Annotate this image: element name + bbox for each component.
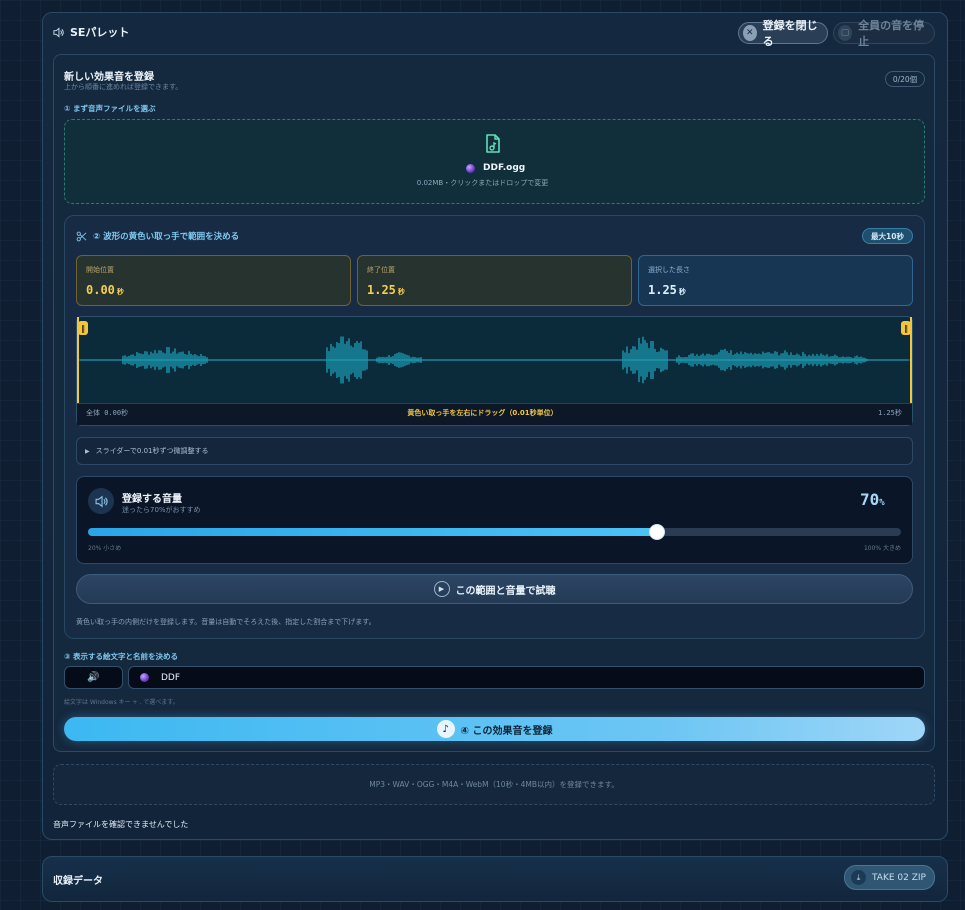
end-position-label: 終了位置 <box>367 266 395 274</box>
records-title: 収録データ <box>53 876 103 887</box>
download-icon: ⤓ <box>851 870 866 885</box>
panel-title: SEパレット <box>53 24 129 40</box>
volume-max-label: 100% 大きめ <box>863 545 901 552</box>
format-info-text: MP3・WAV・OGG・M4A・WebM（10秒・4MB以内）を登録できます。 <box>369 780 619 789</box>
volume-subtitle: 迷ったら70%がおすすめ <box>122 506 201 514</box>
emoji-hint: 絵文字は Windows キー + . で選べます。 <box>64 699 179 706</box>
range-note: 黄色い取っ手の内側だけを登録します。音量は自動でそろえた後、指定した割合まで下げ… <box>76 618 376 626</box>
close-register-label: 登録を閉じる <box>762 19 818 48</box>
play-icon: ▶ <box>433 581 450 597</box>
start-position-card: 開始位置 0.00 秒 <box>76 255 351 306</box>
register-sound-label: ④ この効果音を登録 <box>460 725 553 737</box>
start-position-label: 開始位置 <box>86 266 114 274</box>
close-icon: ✕ <box>743 25 757 41</box>
count-badge: 0/20個 <box>885 71 925 87</box>
name-value: DDF <box>161 672 181 683</box>
records-panel <box>42 856 948 902</box>
zip-download-label: TAKE 02 ZIP <box>872 872 926 883</box>
waveform[interactable] <box>77 317 912 403</box>
register-title: 新しい効果音を登録 <box>64 72 154 83</box>
end-position-unit: 秒 <box>397 288 405 296</box>
file-dropzone[interactable] <box>64 119 925 204</box>
fine-tune-toggle[interactable]: ▶ スライダーで0.01秒ずつ微調整する <box>76 437 913 465</box>
volume-icon <box>88 488 114 514</box>
file-name: DDF.ogg <box>466 163 525 173</box>
panel-title-text: SEパレット <box>70 26 130 39</box>
max-length-badge: 最大10秒 <box>862 228 913 244</box>
selected-length-unit: 秒 <box>678 288 686 296</box>
volume-value: 70% <box>860 490 885 509</box>
error-message: 音声ファイルを確認できませんでした <box>53 820 189 829</box>
music-note-icon: ♪ <box>436 720 455 738</box>
end-position-value: 1.25 <box>367 283 396 297</box>
orb-icon <box>466 163 475 173</box>
stop-all-label: 全員の音を停止 <box>858 19 925 48</box>
selection-end-handle[interactable]: ‖ <box>901 321 911 335</box>
volume-title: 登録する音量 <box>122 494 182 505</box>
audio-file-icon <box>486 134 500 153</box>
stop-all-button[interactable]: ▢ 全員の音を停止 <box>833 19 935 48</box>
preview-button[interactable]: ▶ この範囲と音量で試聴 <box>76 574 913 604</box>
zip-download-button[interactable]: ⤓ TAKE 02 ZIP <box>844 865 935 890</box>
end-position-card: 終了位置 1.25 秒 <box>357 255 632 306</box>
volume-min-label: 20% 小さめ <box>88 545 122 552</box>
file-meta: 0.02MB・クリックまたはドロップで変更 <box>416 179 549 187</box>
emoji-input[interactable]: 🔊 <box>64 666 123 689</box>
volume-slider-thumb[interactable] <box>649 524 665 540</box>
register-subtitle: 上から順番に進めれば登録できます。 <box>64 83 183 91</box>
step1-label: ① まず音声ファイルを選ぶ <box>64 104 156 113</box>
triangle-right-icon: ▶ <box>85 447 90 455</box>
start-position-value: 0.00 <box>86 283 115 297</box>
name-input[interactable]: DDF <box>128 666 925 689</box>
step2-heading: ② 波形の黄色い取っ手で範囲を決める <box>76 230 239 242</box>
step3-label: ③ 表示する絵文字と名前を決める <box>64 652 178 661</box>
volume-card <box>76 476 913 564</box>
register-sound-button[interactable]: ♪ ④ この効果音を登録 <box>64 717 925 741</box>
fine-tune-label: スライダーで0.01秒ずつ微調整する <box>95 447 209 455</box>
close-register-button[interactable]: ✕ 登録を閉じる <box>738 19 828 48</box>
scissors-icon <box>76 231 87 241</box>
stop-icon: ▢ <box>838 25 853 41</box>
format-info-zone: MP3・WAV・OGG・M4A・WebM（10秒・4MB以内）を登録できます。 <box>53 764 935 805</box>
waveform-drag-hint: 黄色い取っ手を左右にドラッグ（0.01秒単位） <box>407 409 558 417</box>
start-position-unit: 秒 <box>116 288 124 296</box>
file-name-text: DDF.ogg <box>483 163 526 173</box>
volume-number: 70 <box>860 490 880 509</box>
selected-length-card: 選択した長さ 1.25 秒 <box>638 255 913 306</box>
orb-icon <box>140 673 149 682</box>
emoji-value: 🔊 <box>87 672 100 683</box>
speaker-icon <box>53 26 64 38</box>
waveform-end-label: 1.25秒 <box>878 409 902 417</box>
selected-length-value: 1.25 <box>648 283 677 297</box>
volume-unit: % <box>879 498 885 508</box>
selection-start-handle[interactable]: ‖ <box>78 321 88 335</box>
selected-length-label: 選択した長さ <box>648 266 690 274</box>
step2-label: ② 波形の黄色い取っ手で範囲を決める <box>93 232 240 242</box>
volume-slider-fill <box>88 528 657 536</box>
preview-label: この範囲と音量で試聴 <box>455 585 556 597</box>
